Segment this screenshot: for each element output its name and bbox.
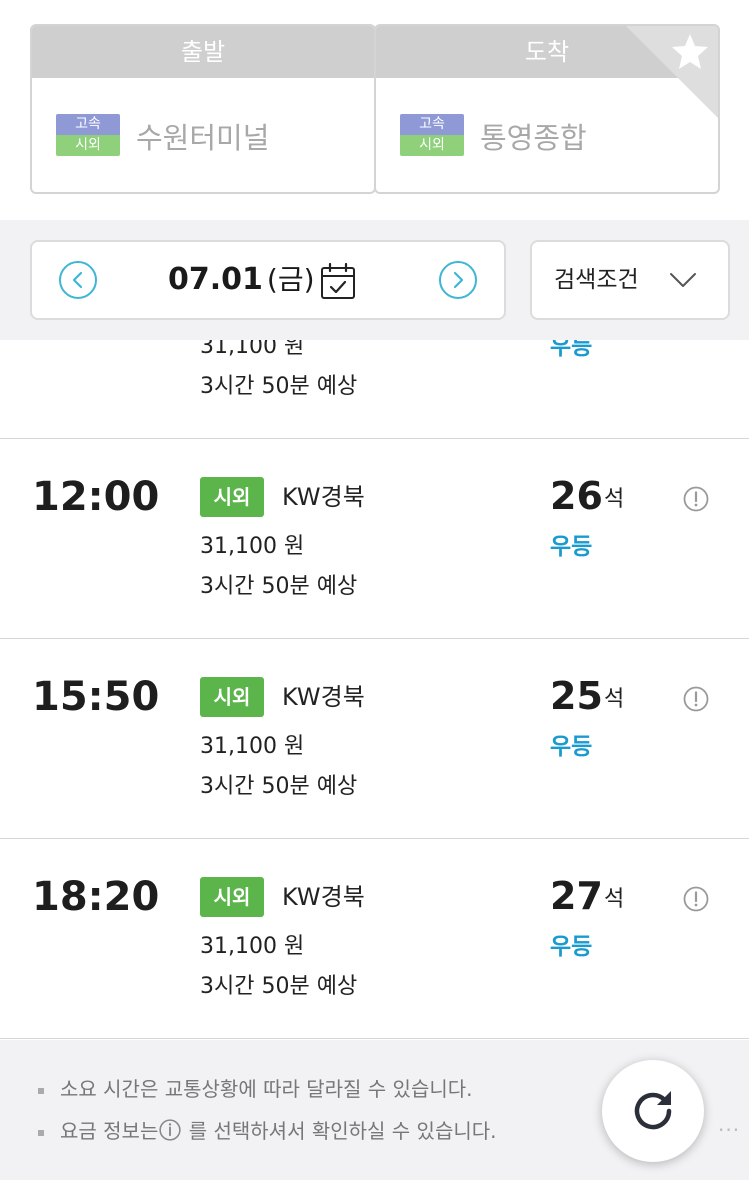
day-of-week: (금) (266, 263, 315, 296)
bus-company: KW경북 (282, 883, 365, 911)
terminal-selector: 출발 고속 시외 수원터미널 도착 고속 시외 통영종합 (0, 0, 749, 220)
fare: 31,100 원 (200, 340, 305, 359)
intercity-badge: 시외 (56, 135, 120, 156)
fare: 31,100 원 (200, 734, 305, 759)
express-badge: 고속 (56, 114, 120, 135)
calendar-icon[interactable] (320, 262, 356, 300)
route-type-badge: 시외 (200, 477, 264, 517)
remaining-seats: 27 (550, 874, 603, 918)
duration: 3시간 50분 예상 (200, 974, 358, 999)
fare: 31,100 원 (200, 534, 305, 559)
schedule-list: 31,100 원 3시간 50분 예상 우등 12:00 시외 KW경북 31,… (0, 340, 749, 1040)
note-text-suffix: 를 선택하셔서 확인하실 수 있습니다. (182, 1119, 497, 1143)
footer-notes: 소요 시간은 교통상황에 따라 달라질 수 있습니다. 요금 정보는 를 선택하… (0, 1040, 749, 1180)
schedule-row[interactable]: 15:50 시외 KW경북 31,100 원 3시간 50분 예상 25 석 우… (0, 639, 749, 839)
note-travel-time: 소요 시간은 교통상황에 따라 달라질 수 있습니다. (38, 1074, 473, 1104)
note-fare-info: 요금 정보는 를 선택하셔서 확인하실 수 있습니다. (38, 1116, 497, 1146)
schedule-row[interactable]: 18:20 시외 KW경북 31,100 원 3시간 50분 예상 27 석 우… (0, 839, 749, 1039)
seat-unit: 석 (604, 487, 625, 512)
more-dots: ... (718, 1112, 741, 1136)
refresh-button[interactable] (602, 1060, 704, 1162)
bus-class: 우등 (550, 340, 593, 360)
chevron-down-icon (670, 273, 696, 287)
departure-bus-type-badge: 고속 시외 (56, 114, 120, 156)
chevron-right-circle-icon[interactable] (438, 260, 478, 300)
note-text-prefix: 요금 정보는 (60, 1119, 159, 1143)
seat-unit: 석 (604, 687, 625, 712)
duration: 3시간 50분 예상 (200, 774, 358, 799)
remaining-seats: 26 (550, 474, 603, 518)
express-badge: 고속 (400, 114, 464, 135)
departure-terminal-card[interactable]: 출발 고속 시외 수원터미널 (30, 24, 376, 194)
duration: 3시간 50분 예상 (200, 374, 358, 399)
route-type-badge: 시외 (200, 877, 264, 917)
duration: 3시간 50분 예상 (200, 574, 358, 599)
search-conditions-dropdown[interactable]: 검색조건 (530, 240, 730, 320)
departure-header: 출발 (32, 26, 374, 78)
note-text: 소요 시간은 교통상황에 따라 달라질 수 있습니다. (60, 1077, 473, 1101)
route-type-badge: 시외 (200, 677, 264, 717)
star-icon[interactable] (670, 32, 710, 72)
date-bar: 07.01 (금) 검색조건 (0, 220, 749, 340)
departure-time: 15:50 (32, 674, 160, 720)
chevron-left-circle-icon[interactable] (58, 260, 98, 300)
bus-class: 우등 (550, 534, 593, 560)
departure-time: 12:00 (32, 474, 160, 520)
arrival-terminal-name: 통영종합 (480, 121, 587, 155)
date-selector: 07.01 (금) (30, 240, 506, 320)
refresh-icon (634, 1091, 672, 1130)
intercity-badge: 시외 (400, 135, 464, 156)
date-value: 07.01 (168, 262, 263, 297)
info-circle-icon (159, 1119, 181, 1141)
schedule-row[interactable]: 31,100 원 3시간 50분 예상 우등 (0, 340, 749, 439)
bus-class: 우등 (550, 934, 593, 960)
bus-class: 우등 (550, 734, 593, 760)
arrival-bus-type-badge: 고속 시외 (400, 114, 464, 156)
arrival-terminal-card[interactable]: 도착 고속 시외 통영종합 (374, 24, 720, 194)
info-circle-icon[interactable] (682, 485, 710, 513)
schedule-row[interactable]: 12:00 시외 KW경북 31,100 원 3시간 50분 예상 26 석 우… (0, 439, 749, 639)
departure-terminal-name: 수원터미널 (136, 121, 270, 155)
info-circle-icon[interactable] (682, 685, 710, 713)
fare: 31,100 원 (200, 934, 305, 959)
search-conditions-label: 검색조건 (554, 267, 639, 293)
bullet (38, 1087, 44, 1094)
seat-unit: 석 (604, 887, 625, 912)
info-circle-icon[interactable] (682, 885, 710, 913)
selected-date[interactable]: 07.01 (금) (168, 258, 315, 302)
remaining-seats: 25 (550, 674, 603, 718)
bus-company: KW경북 (282, 483, 365, 511)
bullet (38, 1129, 44, 1136)
departure-time: 18:20 (32, 874, 160, 920)
bus-company: KW경북 (282, 683, 365, 711)
